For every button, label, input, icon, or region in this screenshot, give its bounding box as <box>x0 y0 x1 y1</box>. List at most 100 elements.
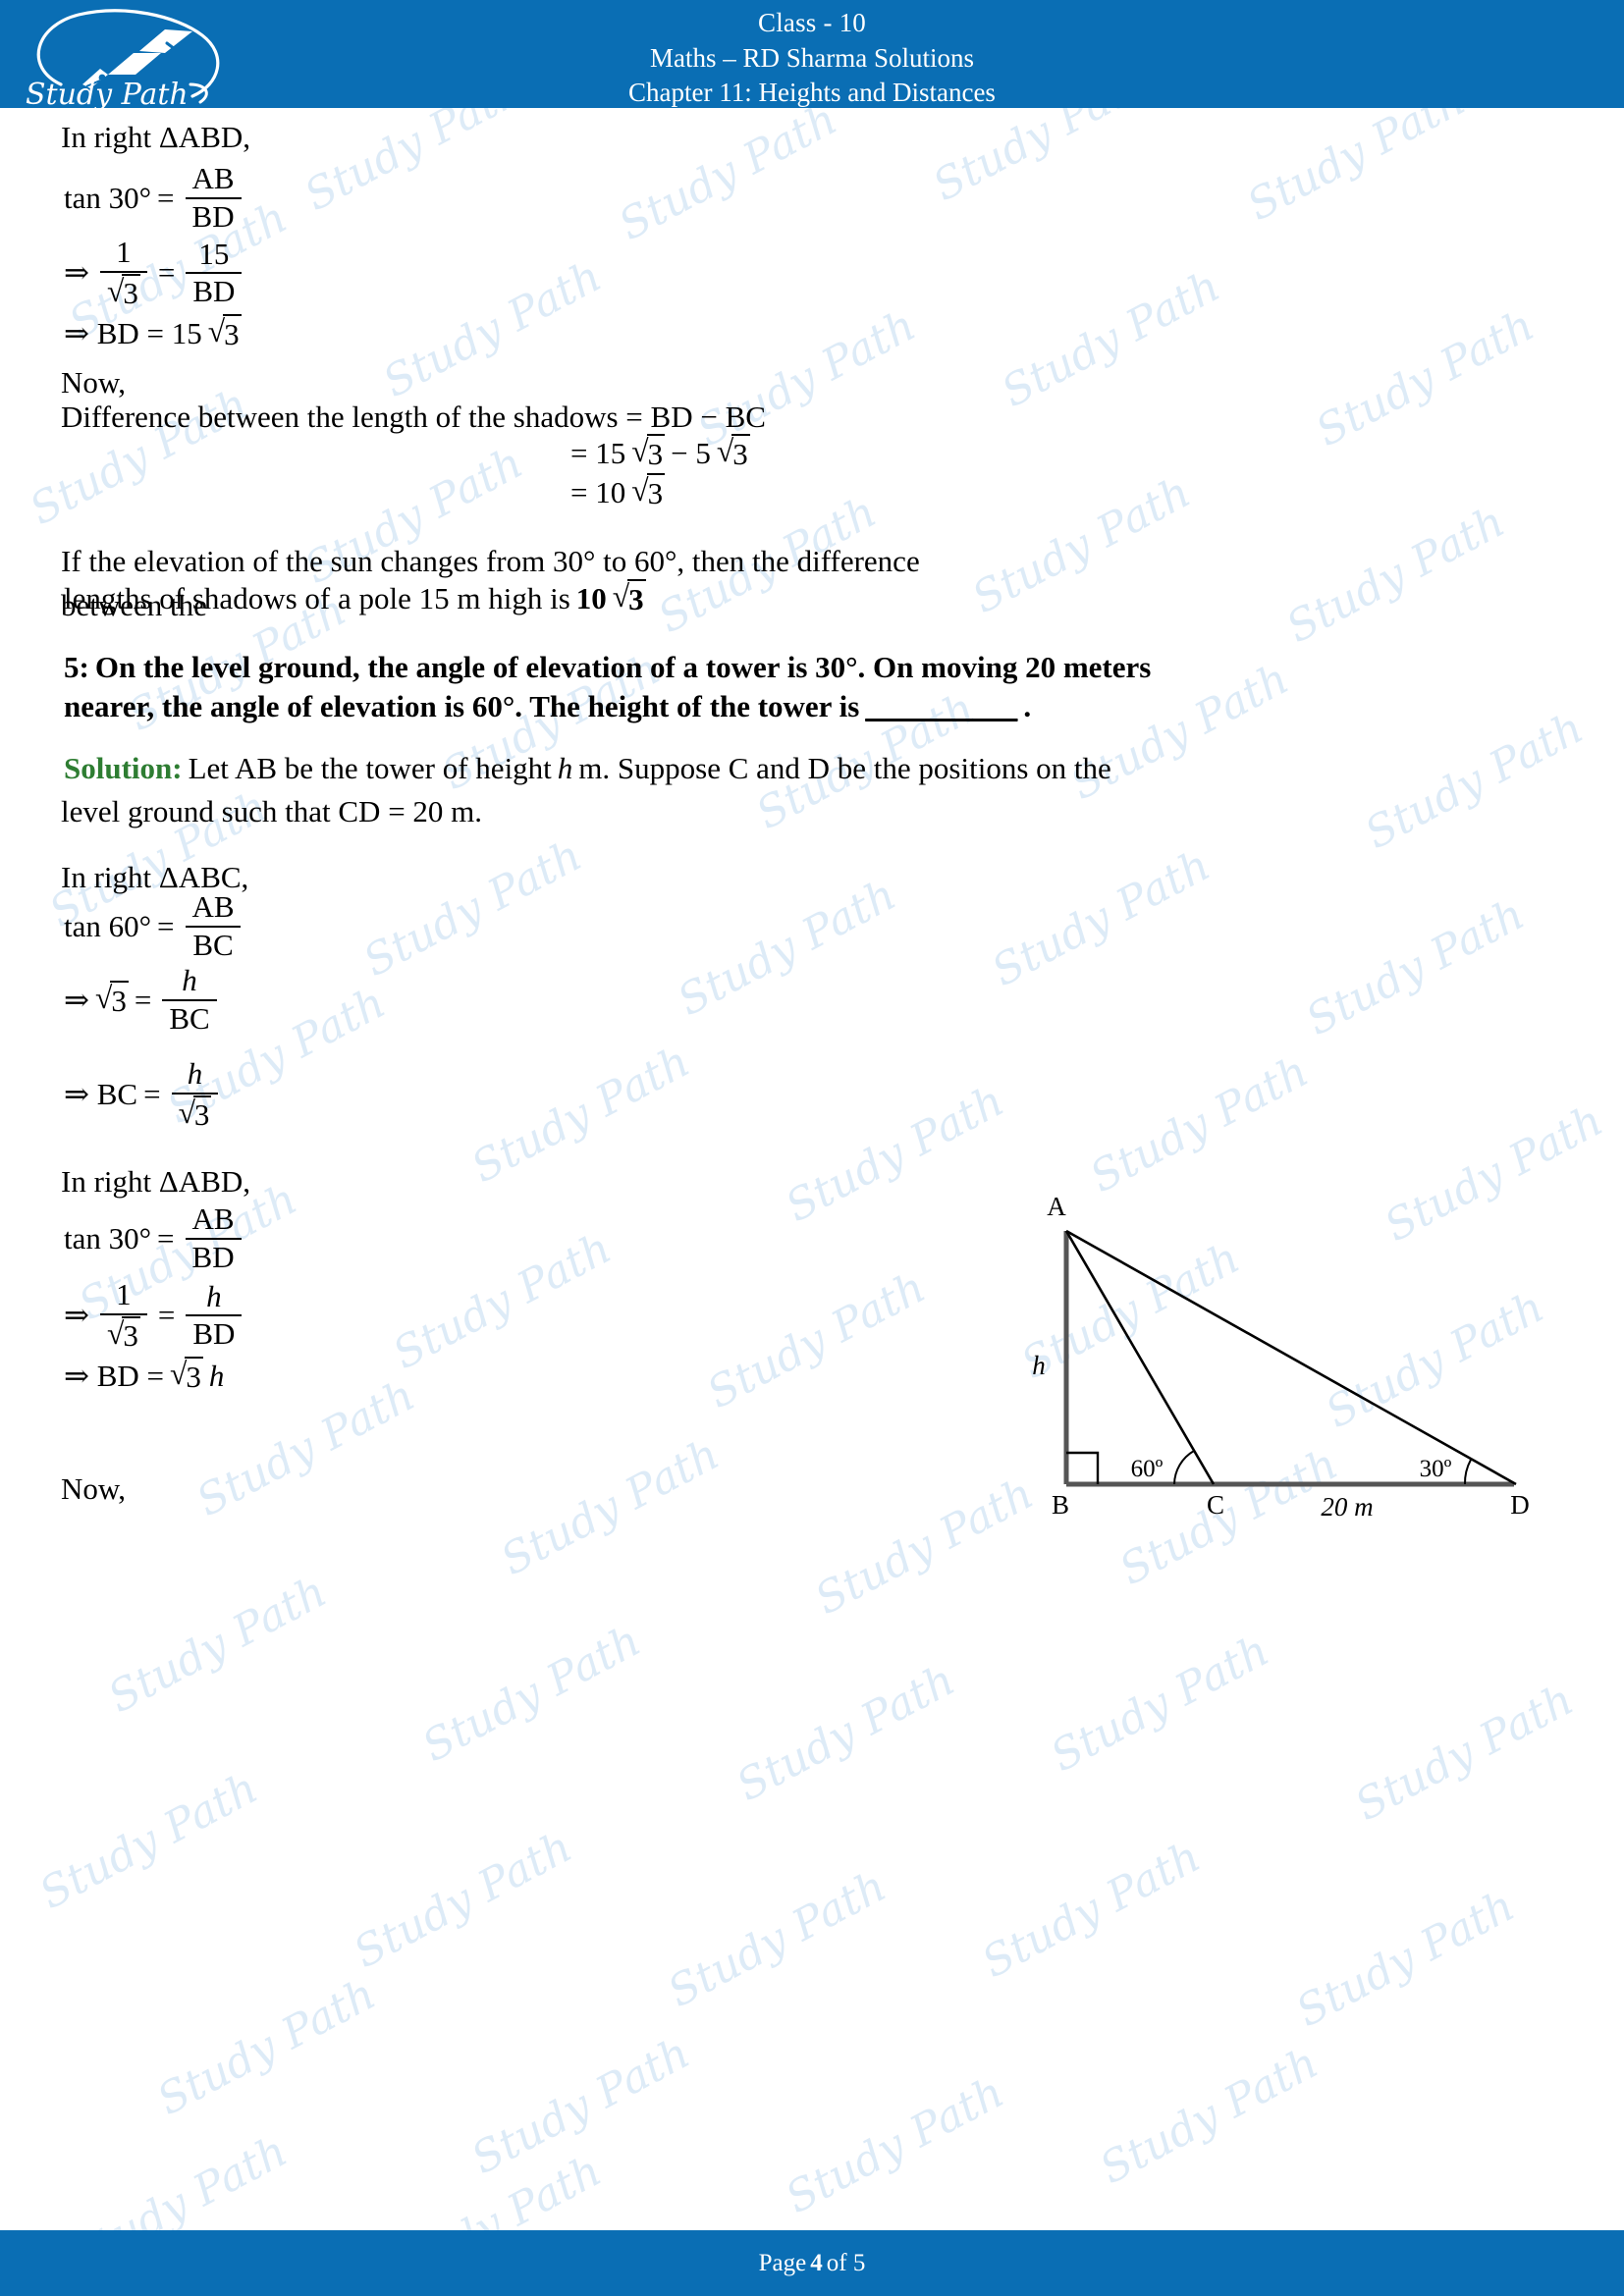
sqrt-3: √ 3 <box>94 981 129 1019</box>
fraction-h-over-bd: h BD <box>183 1278 244 1352</box>
diagram-vertex-b-label: B <box>1052 1490 1069 1520</box>
fraction-15-over-bd: 15 BD <box>183 236 244 309</box>
diagram-vertex-a-label: A <box>1047 1192 1066 1221</box>
tan30-label: tan 30° <box>64 180 152 215</box>
equation-one-over-root3-eq-15-over-bd: ⇒ 1 √ 3 = 15 BD <box>61 235 249 310</box>
question-number: 5: <box>64 650 89 684</box>
question-5-line1: 5: On the level ground, the angle of ele… <box>61 650 1154 685</box>
answer-sentence-text: lengths of shadows of a pole 15 m high i… <box>64 580 570 615</box>
fraction-denominator: √ 3 <box>99 1312 147 1354</box>
diagram-vertex-d-label: D <box>1510 1490 1530 1520</box>
header-chapter-line: Chapter 11: Heights and Distances <box>628 78 996 108</box>
fraction-numerator: h <box>187 1056 203 1091</box>
fraction-ab-bd: AB BD <box>183 161 244 235</box>
page-footer: Page 4 of 5 <box>0 2230 1624 2296</box>
header-title-group: Class - 10 Maths – RD Sharma Solutions C… <box>0 6 1624 108</box>
implies-arrow: ⇒ <box>64 255 89 291</box>
answer-sentence-line2: lengths of shadows of a pole 15 m high i… <box>61 579 649 617</box>
heading-in-right-abd-1: In right ΔABD, <box>61 120 251 154</box>
sqrt-3: √ 3 <box>178 1095 212 1132</box>
fraction-1-over-root3: 1 √ 3 <box>97 235 150 310</box>
footer-page-number: 4 <box>810 2249 823 2276</box>
solution-text-a: Let AB be the tower of height <box>188 751 552 785</box>
header-subject-line: Maths – RD Sharma Solutions <box>649 42 974 73</box>
equals-sign: = <box>157 180 175 215</box>
sqrt-3: √ 3 <box>106 273 140 310</box>
variable-h: h <box>208 1358 225 1393</box>
fraction-numerator: AB <box>191 161 235 195</box>
sqrt-3: √ 3 <box>612 579 646 616</box>
fraction-denominator: BC <box>186 925 241 963</box>
bd-label: ⇒ BD = <box>64 1358 165 1393</box>
sqrt-3: √ 3 <box>170 1357 203 1394</box>
equation-root3-eq-h-over-bc: ⇒ √ 3 = h BC <box>61 963 225 1037</box>
fraction-ab-bd: AB BD <box>183 1201 244 1275</box>
solution-line1: Solution: Let AB be the tower of height … <box>61 751 1114 786</box>
tan60-label: tan 60° <box>64 908 152 943</box>
diagram-angle-60-label: 60º <box>1131 1456 1164 1482</box>
equals-sign: = <box>157 1298 176 1333</box>
fraction-1-over-root3: 1 √ 3 <box>97 1277 150 1354</box>
heading-in-right-abd-2: In right ΔABD, <box>61 1164 251 1199</box>
solution-label: Solution: <box>64 751 183 785</box>
answer-coefficient: 10 <box>575 580 607 615</box>
equals-sign: = <box>157 255 176 291</box>
diagram-angle-30-label: 30º <box>1420 1456 1452 1482</box>
sqrt-3: √ 3 <box>106 1315 140 1353</box>
diagram-vertex-c-label: C <box>1207 1490 1224 1520</box>
equals-sign: = <box>157 1220 175 1255</box>
diff-step1-prefix: = 15 <box>570 435 626 470</box>
equals-sign: = <box>134 982 152 1017</box>
equation-bc-equals-h-over-root3: ⇒ BC = h √ 3 <box>61 1056 226 1133</box>
footer-page-prefix: Page <box>758 2249 807 2276</box>
bc-label: ⇒ BC <box>64 1077 138 1112</box>
diagram-base-length-label: 20 m <box>1321 1492 1373 1522</box>
fraction-numerator: h <box>182 963 197 997</box>
question-period: . <box>1023 689 1032 723</box>
implies-arrow: ⇒ <box>64 982 89 1017</box>
footer-page-suffix: of 5 <box>826 2249 866 2276</box>
equation-one-over-root3-eq-h-over-bd: ⇒ 1 √ 3 = h BD <box>61 1277 249 1354</box>
fraction-denominator: BD <box>185 1237 242 1275</box>
fraction-numerator: 15 <box>198 236 230 271</box>
sqrt-3: √ 3 <box>631 473 666 510</box>
sqrt-3: √ 3 <box>207 314 242 351</box>
fraction-denominator: BC <box>162 998 217 1037</box>
sqrt-3: √ 3 <box>631 434 666 471</box>
fraction-denominator: √ 3 <box>171 1092 219 1133</box>
equation-bd-equals-15root3: ⇒ BD = 15 √ 3 <box>61 314 244 352</box>
question-text-line1: On the level ground, the angle of elevat… <box>94 650 1152 684</box>
solution-line2: level ground such that CD = 20 m. <box>61 794 483 828</box>
question-text-line2: nearer, the angle of elevation is 60°. T… <box>64 689 860 723</box>
sqrt-3: √ 3 <box>716 434 750 471</box>
diff-step2-prefix: = 10 <box>570 474 626 509</box>
equation-tan30-ab-bd-1: tan 30° = AB BD <box>61 161 249 235</box>
equation-bd-equals-root3-h: ⇒ BD = √ 3 h <box>61 1357 227 1395</box>
variable-h: h <box>557 751 573 785</box>
tan30-label: tan 30° <box>64 1220 152 1255</box>
fraction-denominator: BD <box>186 1314 243 1352</box>
bd-result-prefix: ⇒ BD = 15 <box>64 315 202 350</box>
fraction-numerator: h <box>206 1278 222 1313</box>
fraction-numerator: 1 <box>116 235 132 269</box>
fraction-numerator: AB <box>191 889 235 924</box>
fraction-h-over-bc: h BC <box>159 963 219 1037</box>
fraction-denominator: BD <box>186 272 243 309</box>
page-header: Study Path Class - 10 Maths – RD Sharma … <box>0 0 1624 108</box>
tower-elevation-triangle-diagram: A B C D h 60º 30º 20 m <box>982 1188 1571 1522</box>
equation-tan60-ab-bc: tan 60° = AB BC <box>61 889 249 963</box>
implies-arrow: ⇒ <box>64 1298 89 1333</box>
solution-text-b: m. Suppose C and D be the positions on t… <box>578 751 1111 785</box>
fraction-denominator: BD <box>185 196 242 235</box>
answer-blank: __________ <box>865 689 1018 723</box>
fraction-numerator: 1 <box>116 1277 132 1311</box>
diagram-height-label: h <box>1032 1351 1046 1380</box>
equation-diff-step2: = 10 √ 3 <box>568 473 668 511</box>
equals-sign: = <box>143 1077 161 1112</box>
question-5-line2: nearer, the angle of elevation is 60°. T… <box>61 689 1034 724</box>
page-content: In right ΔABD, tan 30° = AB BD ⇒ 1 √ 3 = … <box>0 108 1624 2230</box>
equation-tan30-ab-bd-2: tan 30° = AB BD <box>61 1201 249 1275</box>
fraction-h-over-root3: h √ 3 <box>169 1056 222 1133</box>
equals-sign: = <box>157 908 175 943</box>
label-now-2: Now, <box>61 1471 127 1506</box>
